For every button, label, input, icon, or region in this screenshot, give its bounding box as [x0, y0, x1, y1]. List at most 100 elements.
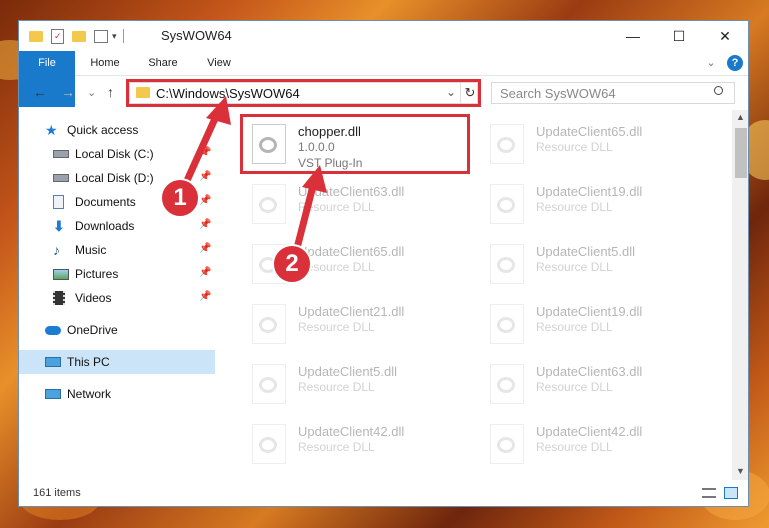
file-type: Resource DLL [536, 440, 613, 454]
file-item[interactable]: UpdateClient65.dll Resource DLL [480, 116, 700, 172]
file-list: chopper.dll 1.0.0.0 VST Plug-In UpdateCl… [226, 110, 732, 480]
close-button[interactable]: ✕ [702, 21, 748, 51]
dll-file-icon [252, 184, 286, 224]
pin-icon[interactable]: 📌 [199, 195, 211, 206]
pin-icon[interactable]: 📌 [199, 171, 211, 182]
pin-icon[interactable]: 📌 [199, 267, 211, 278]
file-item[interactable]: UpdateClient42.dll Resource DLL [242, 416, 462, 472]
item-count: 161 items [33, 487, 81, 499]
sidebar-item-pictures[interactable]: Pictures 📌 [19, 262, 215, 286]
file-highlight-box [240, 114, 470, 174]
sidebar-item-this-pc[interactable]: This PC [19, 350, 215, 374]
dll-file-icon [252, 304, 286, 344]
file-name: UpdateClient42.dll [536, 424, 643, 439]
quick-access-toolbar: ✓ ▾ [29, 27, 124, 45]
sidebar-item-label: Local Disk (C:) [75, 147, 154, 161]
up-button[interactable]: ↑ [107, 84, 114, 100]
explorer-window: ✓ ▾ SysWOW64 — ☐ ✕ File Home Share View … [18, 20, 749, 507]
file-item[interactable]: UpdateClient63.dll Resource DLL [480, 356, 700, 412]
search-input[interactable]: Search SysWOW64 [500, 86, 616, 101]
file-type: Resource DLL [536, 200, 613, 214]
minimize-button[interactable]: — [610, 21, 656, 51]
file-type: Resource DLL [298, 440, 375, 454]
sidebar-item-network[interactable]: Network [19, 382, 215, 406]
scrollbar-thumb[interactable] [735, 128, 747, 178]
sidebar-item-videos[interactable]: Videos 📌 [19, 286, 215, 310]
file-name: UpdateClient21.dll [298, 304, 405, 319]
help-icon[interactable]: ? [727, 55, 743, 71]
forward-button[interactable]: → [61, 84, 75, 100]
file-type: Resource DLL [536, 380, 613, 394]
file-item[interactable]: UpdateClient42.dll Resource DLL [480, 416, 700, 472]
file-type: Resource DLL [536, 140, 613, 154]
file-type: Resource DLL [298, 200, 375, 214]
document-icon [53, 195, 64, 209]
file-name: UpdateClient65.dll [298, 244, 405, 259]
dll-file-icon [490, 244, 524, 284]
file-item[interactable]: UpdateClient19.dll Resource DLL [480, 176, 700, 232]
file-item[interactable]: UpdateClient5.dll Resource DLL [480, 236, 700, 292]
window-title: SysWOW64 [161, 28, 232, 43]
search-box[interactable]: Search SysWOW64 [491, 82, 735, 104]
sidebar-item-music[interactable]: ♪ Music 📌 [19, 238, 215, 262]
file-name: UpdateClient19.dll [536, 304, 643, 319]
sidebar-item-quick-access[interactable]: ★ Quick access [19, 118, 215, 142]
pin-icon[interactable]: 📌 [199, 291, 211, 302]
file-name: UpdateClient5.dll [536, 244, 636, 259]
drive-icon [53, 150, 69, 158]
cloud-icon [45, 325, 61, 335]
details-view-icon[interactable] [702, 488, 716, 498]
tab-share[interactable]: Share [137, 51, 189, 75]
file-item[interactable]: UpdateClient19.dll Resource DLL [480, 296, 700, 352]
file-item[interactable]: UpdateClient21.dll Resource DLL [242, 296, 462, 352]
ribbon-tabs: File Home Share View ⌄ ? [19, 51, 748, 107]
sidebar-item-downloads[interactable]: ⬇ Downloads 📌 [19, 214, 215, 238]
sidebar-item-onedrive[interactable]: OneDrive [19, 318, 215, 342]
file-name: UpdateClient42.dll [298, 424, 405, 439]
title-bar: ✓ ▾ SysWOW64 — ☐ ✕ [19, 21, 748, 51]
pin-icon[interactable]: 📌 [199, 147, 211, 158]
sidebar-item-label: Music [75, 243, 107, 257]
large-icons-view-icon[interactable] [724, 487, 738, 499]
status-bar: 161 items [19, 481, 748, 506]
sidebar-item-label: Network [67, 387, 112, 401]
callout-1: 1 [160, 178, 200, 218]
sidebar-item-local-disk-c[interactable]: Local Disk (C:) 📌 [19, 142, 215, 166]
computer-icon [45, 357, 61, 367]
file-item[interactable]: UpdateClient63.dll Resource DLL [242, 176, 462, 232]
vertical-scrollbar[interactable]: ▲ ▼ [732, 110, 748, 480]
search-icon[interactable] [714, 86, 723, 95]
pin-icon[interactable]: 📌 [199, 219, 211, 230]
back-button[interactable]: ← [33, 84, 47, 100]
tab-home[interactable]: Home [79, 51, 131, 75]
scroll-down-icon[interactable]: ▼ [736, 466, 745, 476]
customize-dropdown-icon[interactable]: ▾ [112, 31, 117, 42]
navigation-pane: ★ Quick access Local Disk (C:) 📌 Local D… [19, 110, 215, 480]
pin-icon[interactable]: 📌 [199, 243, 211, 254]
navigation-bar: ← → ⌄ ↑ C:\Windows\SysWOW64 ⌄ ↻ Search S… [19, 76, 748, 110]
file-type: Resource DLL [536, 320, 613, 334]
file-type: Resource DLL [298, 320, 375, 334]
recent-locations-button[interactable]: ⌄ [87, 86, 96, 99]
dll-file-icon [490, 184, 524, 224]
sidebar-item-label: OneDrive [67, 323, 118, 337]
titlebar-separator [122, 29, 124, 43]
folder-icon[interactable] [29, 30, 43, 42]
callout-2: 2 [272, 244, 312, 284]
tab-view[interactable]: View [193, 51, 245, 75]
music-icon: ♪ [53, 242, 60, 258]
sidebar-item-label: Pictures [75, 267, 119, 281]
new-folder-icon[interactable] [72, 30, 86, 42]
star-icon: ★ [45, 122, 58, 138]
dll-file-icon [490, 304, 524, 344]
ribbon-expand-icon[interactable]: ⌄ [703, 51, 719, 75]
maximize-button[interactable]: ☐ [656, 21, 702, 51]
file-name: UpdateClient65.dll [536, 124, 643, 139]
file-name: UpdateClient63.dll [298, 184, 405, 199]
scroll-up-icon[interactable]: ▲ [736, 112, 745, 122]
view-options-icon[interactable] [94, 29, 108, 43]
file-item[interactable]: UpdateClient5.dll Resource DLL [242, 356, 462, 412]
network-icon [45, 389, 61, 399]
properties-icon[interactable]: ✓ [51, 28, 64, 44]
address-highlight-box [126, 79, 481, 107]
